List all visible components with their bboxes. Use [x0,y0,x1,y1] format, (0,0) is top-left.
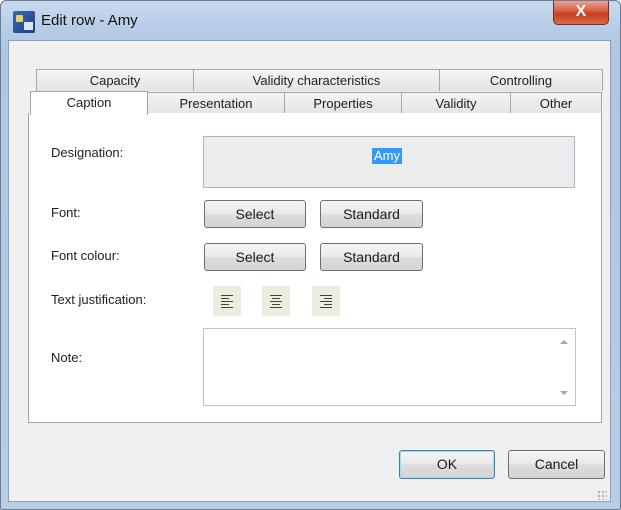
close-button[interactable]: X [553,1,609,25]
scroll-down-icon[interactable] [560,391,568,395]
note-textarea[interactable] [203,328,576,406]
tab-properties[interactable]: Properties [284,92,402,114]
note-label: Note: [51,350,83,365]
font-colour-standard-button[interactable]: Standard [320,243,423,271]
tab-controlling[interactable]: Controlling [439,69,603,91]
tab-capacity[interactable]: Capacity [36,69,194,91]
text-justification-label: Text justification: [51,292,147,307]
font-colour-label: Font colour: [51,248,120,263]
designation-label: Designation: [51,145,124,160]
app-icon [13,11,35,33]
tab-other[interactable]: Other [510,92,602,114]
font-standard-button[interactable]: Standard [320,200,423,228]
resize-grip-icon[interactable] [597,490,607,500]
font-colour-select-button[interactable]: Select [204,243,306,271]
align-right-icon[interactable] [312,286,340,316]
designation-value[interactable]: Amy [372,148,402,164]
tab-validity-characteristics[interactable]: Validity characteristics [193,69,440,91]
font-label: Font: [51,205,81,220]
scroll-up-icon[interactable] [560,340,568,344]
tab-presentation[interactable]: Presentation [147,92,285,114]
cancel-button[interactable]: Cancel [508,450,605,479]
tab-validity[interactable]: Validity [401,92,511,114]
font-select-button[interactable]: Select [204,200,306,228]
title-bar[interactable]: Edit row - Amy X [1,1,620,41]
align-center-icon[interactable] [262,286,290,316]
close-icon: X [575,3,587,20]
align-left-icon[interactable] [213,286,241,316]
tab-caption[interactable]: Caption [30,91,148,115]
window-title: Edit row - Amy [41,12,138,29]
ok-button[interactable]: OK [399,450,495,479]
